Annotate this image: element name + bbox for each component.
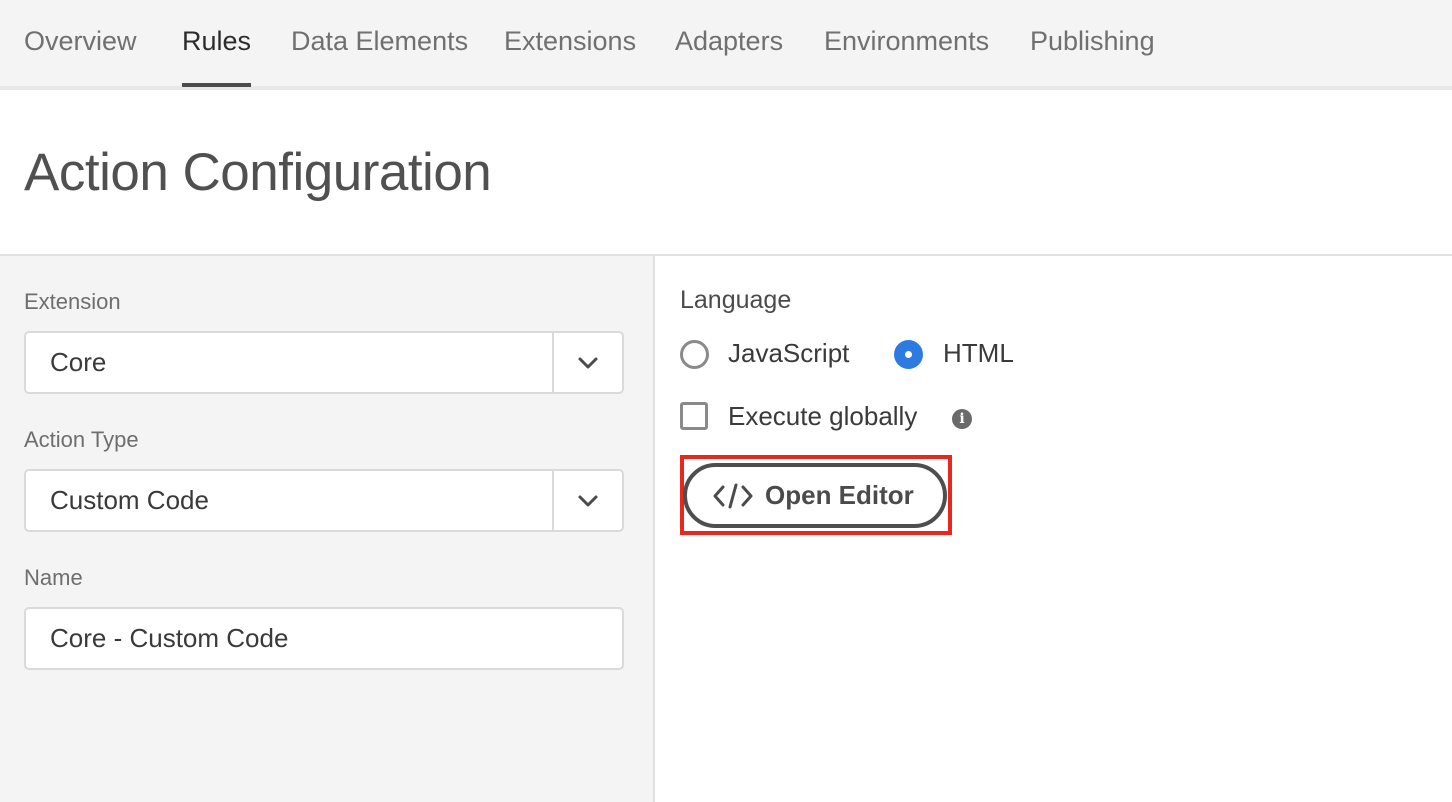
extension-label: Extension (24, 289, 121, 314)
tab-publishing[interactable]: Publishing (1030, 0, 1155, 86)
name-input[interactable] (24, 607, 624, 670)
page-title: Action Configuration (24, 143, 492, 202)
tab-data-elements[interactable]: Data Elements (291, 0, 468, 86)
open-editor-label: Open Editor (765, 480, 914, 510)
action-type-label: Action Type (24, 427, 139, 452)
language-label: Language (680, 286, 792, 314)
radio-javascript-label[interactable]: JavaScript (728, 338, 849, 369)
radio-html[interactable] (894, 340, 923, 369)
action-type-select[interactable]: Custom Code (24, 469, 624, 532)
info-icon[interactable]: i (952, 409, 972, 429)
code-icon (713, 483, 753, 509)
execute-globally-label[interactable]: Execute globally (728, 401, 917, 432)
chevron-down-icon (578, 495, 598, 506)
name-label: Name (24, 565, 83, 590)
chevron-down-icon (578, 357, 598, 368)
action-type-dropdown-button[interactable] (552, 471, 622, 530)
page-header: Action Configuration (0, 90, 1452, 256)
action-type-select-value: Custom Code (50, 485, 209, 515)
tab-overview[interactable]: Overview (24, 0, 137, 86)
radio-javascript[interactable] (680, 340, 709, 369)
radio-html-label[interactable]: HTML (943, 338, 1014, 369)
tab-environments[interactable]: Environments (824, 0, 989, 86)
tab-adapters[interactable]: Adapters (675, 0, 783, 86)
open-editor-button[interactable]: Open Editor (683, 463, 947, 528)
top-nav: Overview Rules Data Elements Extensions … (0, 0, 1452, 90)
tab-extensions[interactable]: Extensions (504, 0, 636, 86)
extension-select-value: Core (50, 347, 107, 377)
tab-rules[interactable]: Rules (182, 0, 252, 87)
execute-globally-checkbox[interactable] (680, 402, 708, 430)
extension-dropdown-button[interactable] (552, 333, 622, 392)
extension-select[interactable]: Core (24, 331, 624, 394)
